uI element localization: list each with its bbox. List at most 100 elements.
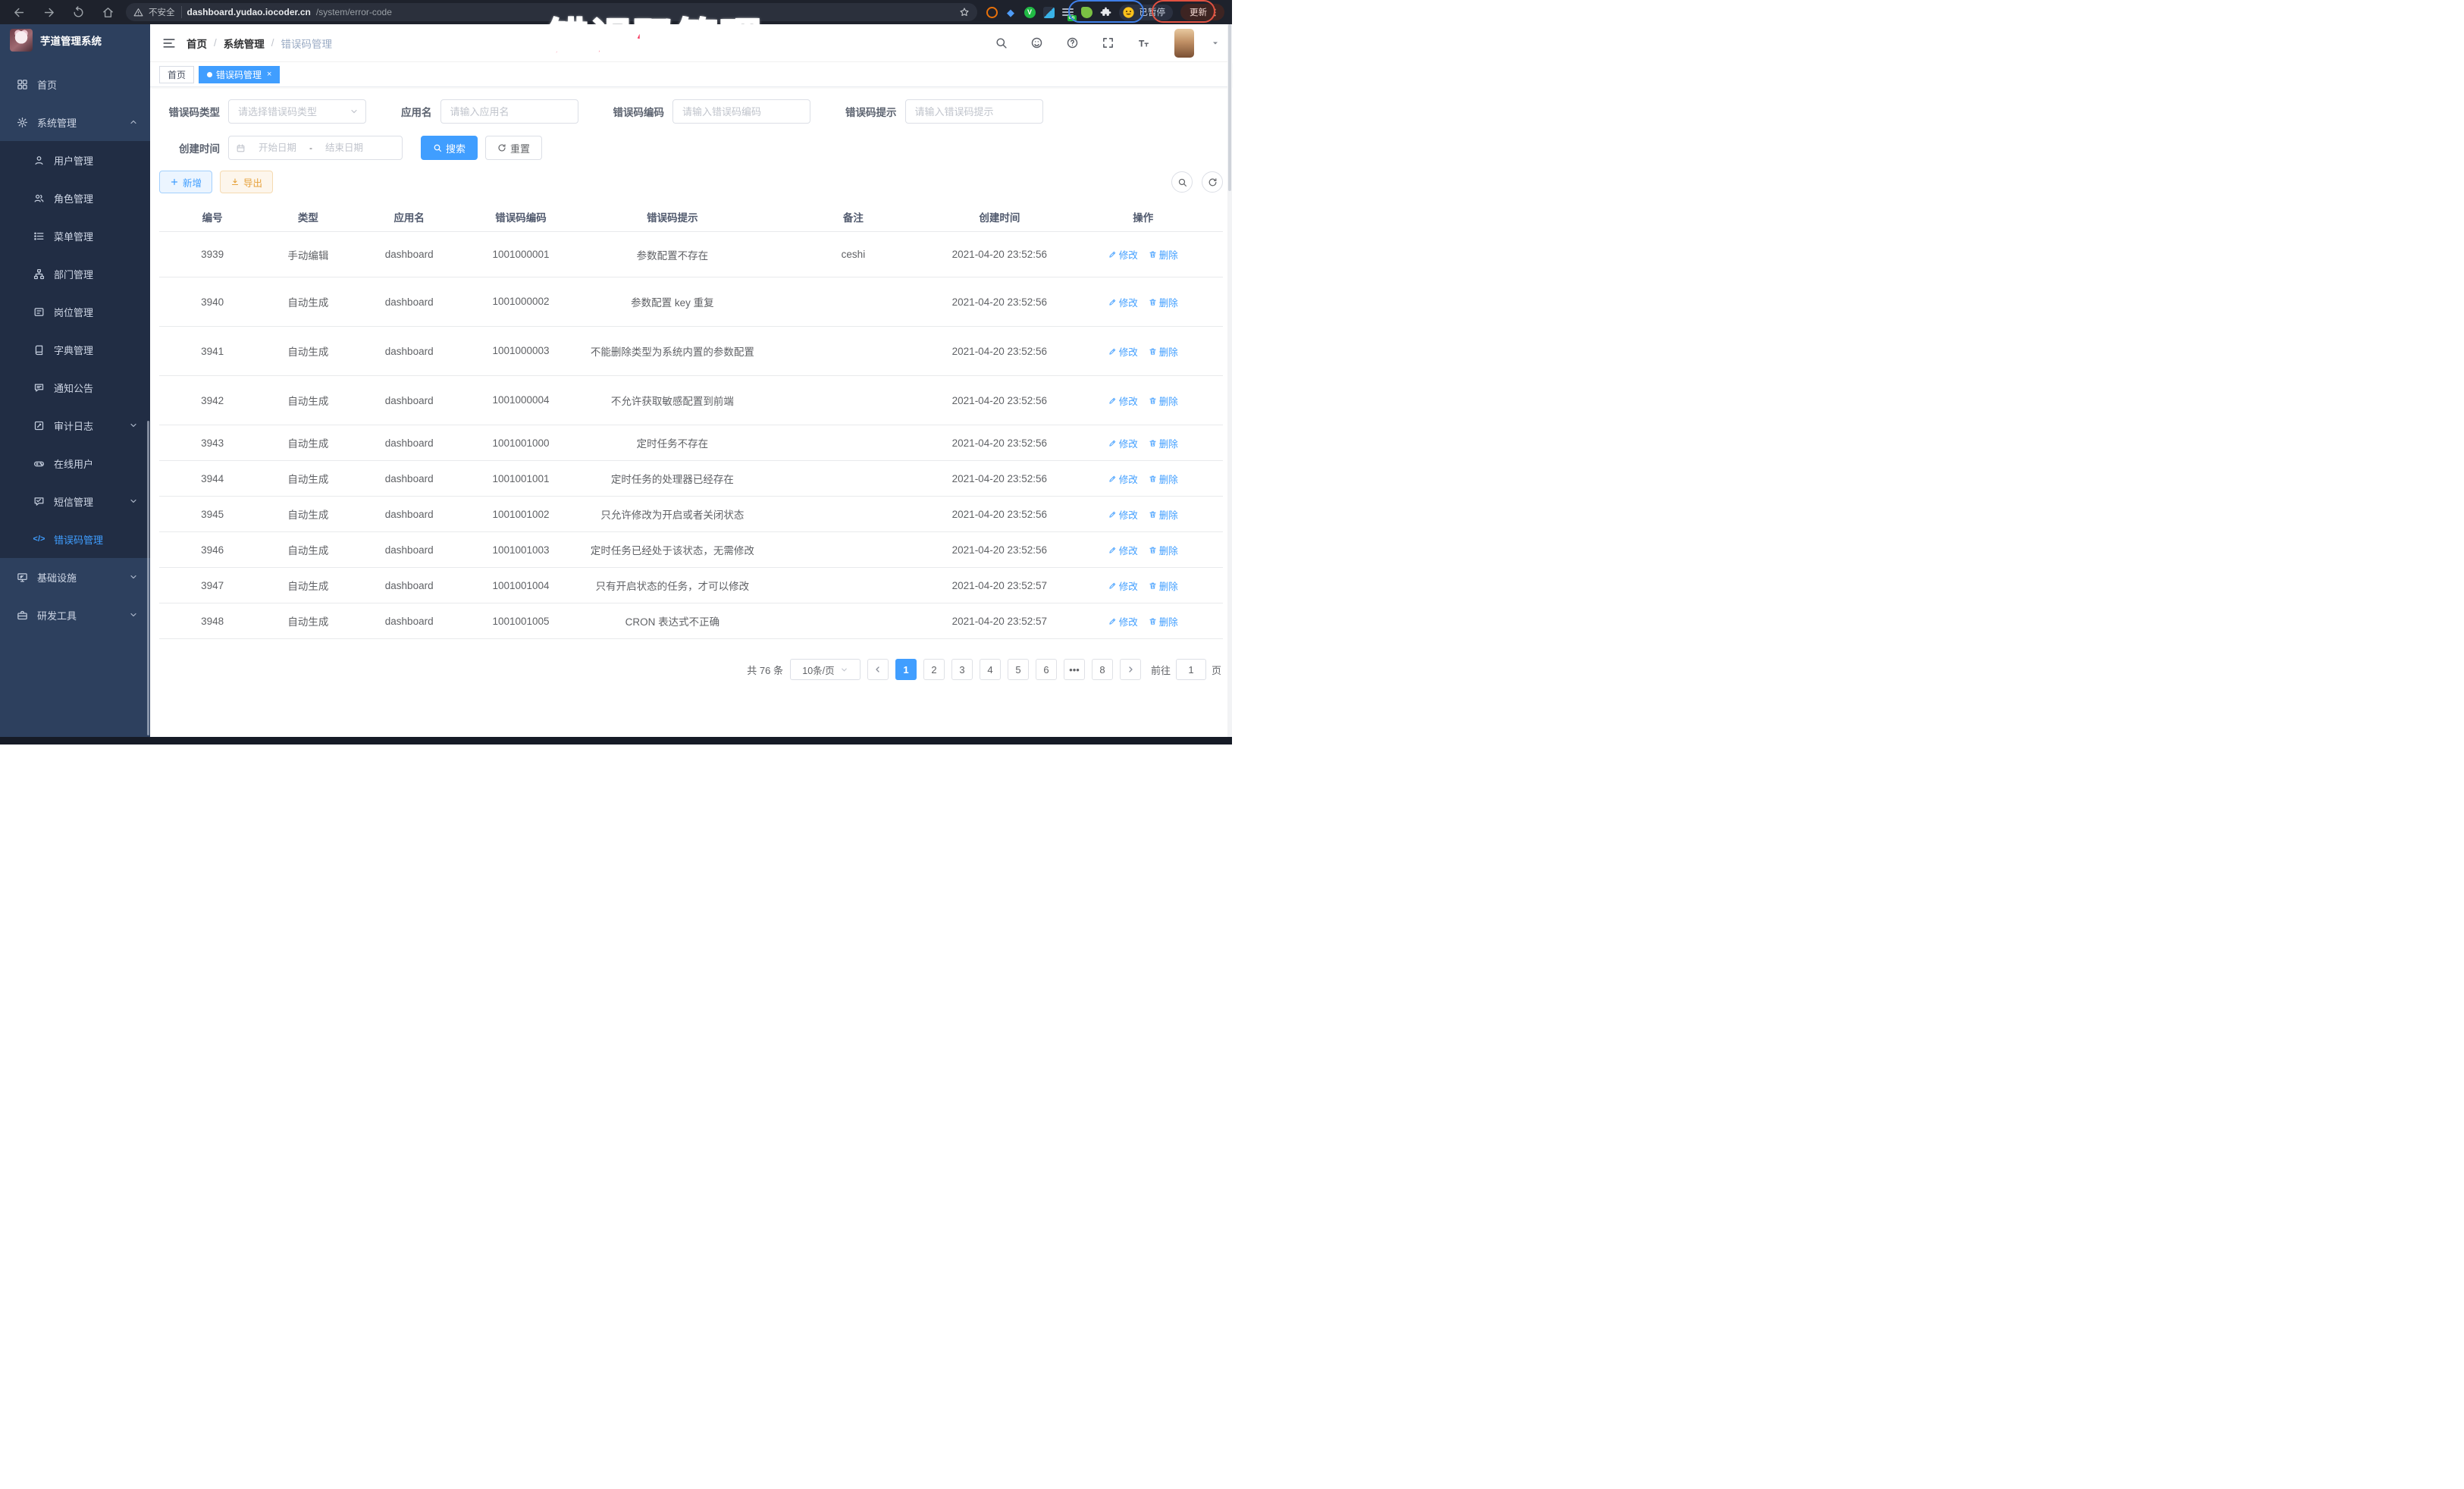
extension-ring-icon[interactable] <box>986 7 998 18</box>
edit-link[interactable]: 修改 <box>1108 393 1138 408</box>
show-search-button[interactable] <box>1171 171 1193 193</box>
font-size-icon[interactable] <box>1137 36 1150 49</box>
search-button[interactable]: 搜索 <box>421 136 478 160</box>
delete-link[interactable]: 删除 <box>1149 247 1178 262</box>
app-name-field[interactable] <box>440 99 578 124</box>
tab-error-code[interactable]: 错误码管理 × <box>199 66 280 83</box>
cell-id: 3945 <box>159 497 265 532</box>
date-end-input[interactable] <box>317 143 371 153</box>
breadcrumb-home[interactable]: 首页 <box>187 36 207 51</box>
delete-link[interactable]: 删除 <box>1149 295 1178 309</box>
avatar[interactable] <box>1174 29 1194 58</box>
error-hint-input[interactable] <box>906 100 1042 123</box>
edit-link[interactable]: 修改 <box>1108 436 1138 450</box>
reload-icon[interactable] <box>72 6 85 19</box>
edit-link[interactable]: 修改 <box>1108 578 1138 593</box>
chevron-down-icon[interactable] <box>1211 39 1220 48</box>
edit-link[interactable]: 修改 <box>1108 295 1138 309</box>
error-hint-field[interactable] <box>905 99 1043 124</box>
app-name-input[interactable] <box>441 100 578 123</box>
page-button-4[interactable]: 4 <box>980 659 1001 680</box>
page-ellipsis[interactable]: ••• <box>1064 659 1085 680</box>
sidebar-item-system[interactable]: 系统管理 <box>0 103 150 141</box>
prev-page-button[interactable] <box>867 659 889 680</box>
page-button-5[interactable]: 5 <box>1008 659 1029 680</box>
page-button-3[interactable]: 3 <box>951 659 973 680</box>
help-icon[interactable] <box>1066 36 1079 49</box>
sidebar-item-notice[interactable]: 通知公告 <box>0 368 150 406</box>
sidebar-item-audit-log[interactable]: 审计日志 <box>0 406 150 444</box>
sidebar-item-sms[interactable]: 短信管理 <box>0 482 150 520</box>
delete-link[interactable]: 删除 <box>1149 507 1178 522</box>
edit-link[interactable]: 修改 <box>1108 507 1138 522</box>
extension-tool-icon[interactable] <box>1081 7 1092 18</box>
back-icon[interactable] <box>13 6 26 19</box>
sidebar-item-user[interactable]: 用户管理 <box>0 141 150 179</box>
sidebar-item-menu[interactable]: 菜单管理 <box>0 217 150 255</box>
page-button-6[interactable]: 6 <box>1036 659 1057 680</box>
window-scrollbar[interactable] <box>1227 24 1232 737</box>
delete-link[interactable]: 删除 <box>1149 393 1178 408</box>
bookmark-star-icon[interactable] <box>959 7 970 17</box>
github-icon[interactable] <box>1030 36 1043 49</box>
goto-page-input[interactable] <box>1176 659 1206 680</box>
sidebar-item-post[interactable]: 岗位管理 <box>0 293 150 331</box>
vue-devtools-icon[interactable]: V <box>1024 7 1036 18</box>
cell-type: 自动生成 <box>265 461 350 497</box>
delete-link[interactable]: 删除 <box>1149 436 1178 450</box>
sidebar-item-home[interactable]: 首页 <box>0 65 150 103</box>
sidebar-item-error-code[interactable]: </>错误码管理 <box>0 520 150 558</box>
page-button-8[interactable]: 8 <box>1092 659 1113 680</box>
error-code-input[interactable] <box>673 100 810 123</box>
date-start-input[interactable] <box>250 143 305 153</box>
delete-link[interactable]: 删除 <box>1149 614 1178 629</box>
page-button-1[interactable]: 1 <box>895 659 917 680</box>
error-code-type-input[interactable] <box>229 100 365 123</box>
page-size-select[interactable]: 10条/页 <box>790 659 861 680</box>
column-header: 错误码编码 <box>468 202 574 232</box>
sidebar-item-dict[interactable]: 字典管理 <box>0 331 150 368</box>
edit-link[interactable]: 修改 <box>1108 247 1138 262</box>
delete-link[interactable]: 删除 <box>1149 472 1178 486</box>
extension-grid-icon[interactable] <box>1043 7 1055 18</box>
sidebar-item-role[interactable]: 角色管理 <box>0 179 150 217</box>
delete-link[interactable]: 删除 <box>1149 344 1178 359</box>
sidebar-item-dept[interactable]: 部门管理 <box>0 255 150 293</box>
error-code-field[interactable] <box>672 99 810 124</box>
cell-id: 3947 <box>159 568 265 603</box>
next-page-button[interactable] <box>1120 659 1141 680</box>
sidebar-item-online-user[interactable]: 在线用户 <box>0 444 150 482</box>
sidebar-item-dev-tools[interactable]: 研发工具 <box>0 596 150 634</box>
breadcrumb-system[interactable]: 系统管理 <box>224 36 265 51</box>
header-search-icon[interactable] <box>995 36 1008 49</box>
error-code-type-select[interactable] <box>228 99 366 124</box>
edit-link[interactable]: 修改 <box>1108 344 1138 359</box>
create-time-range[interactable]: - <box>228 136 403 160</box>
close-tab-icon[interactable]: × <box>267 71 271 79</box>
update-button[interactable]: 更新 <box>1180 4 1224 20</box>
add-button[interactable]: 新增 <box>159 171 212 193</box>
edit-link[interactable]: 修改 <box>1108 543 1138 557</box>
tab-home[interactable]: 首页 <box>159 66 194 83</box>
extension-gem-icon[interactable]: ◆ <box>1005 7 1017 18</box>
home-browser-icon[interactable] <box>102 6 114 19</box>
sidebar-scrollbar[interactable] <box>147 421 149 736</box>
refresh-table-button[interactable] <box>1202 171 1223 193</box>
hamburger-icon[interactable] <box>162 36 176 50</box>
extensions-puzzle-icon[interactable] <box>1100 7 1111 18</box>
sidebar-item-infra[interactable]: 基础设施 <box>0 558 150 596</box>
app-logo-row[interactable]: 芋道管理系统 <box>0 24 150 56</box>
cell-msg: 只允许修改为开启或者关闭状态 <box>574 497 771 532</box>
forward-icon[interactable] <box>42 6 55 19</box>
export-button[interactable]: 导出 <box>220 171 273 193</box>
reset-button[interactable]: 重置 <box>485 136 542 160</box>
delete-link[interactable]: 删除 <box>1149 578 1178 593</box>
browser-menu-icon[interactable] <box>1210 8 1220 17</box>
delete-link[interactable]: 删除 <box>1149 543 1178 557</box>
edit-link[interactable]: 修改 <box>1108 472 1138 486</box>
page-button-2[interactable]: 2 <box>923 659 945 680</box>
profile-paused-chip[interactable]: 已暂停 <box>1119 5 1174 20</box>
edit-link[interactable]: 修改 <box>1108 614 1138 629</box>
extension-list-icon[interactable]: on <box>1062 7 1074 18</box>
fullscreen-icon[interactable] <box>1102 36 1114 49</box>
